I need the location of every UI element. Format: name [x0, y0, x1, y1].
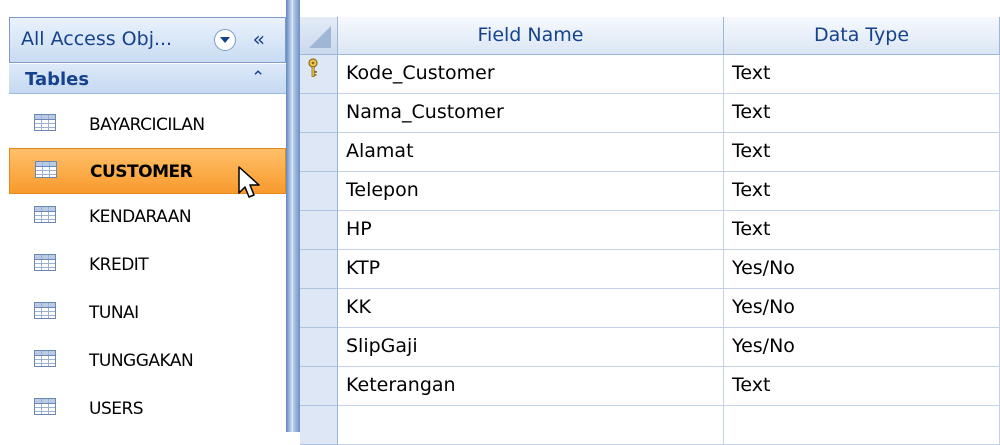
- field-name-cell[interactable]: Keterangan: [338, 367, 724, 406]
- row-selector[interactable]: [300, 367, 338, 406]
- table-design-grid: Field Name Data Type Kode_Customer Text …: [300, 0, 1000, 445]
- nav-item-label: KENDARAAN: [89, 207, 192, 227]
- field-name-cell[interactable]: Kode_Customer: [338, 55, 724, 94]
- row-selector[interactable]: [300, 328, 338, 367]
- grid-top-strip: [300, 0, 1000, 17]
- table-row: Kode_Customer Text: [300, 55, 1000, 94]
- data-type-cell[interactable]: [724, 406, 1000, 445]
- chevron-down-icon[interactable]: [214, 29, 236, 51]
- row-selector[interactable]: [300, 172, 338, 211]
- row-selector[interactable]: [300, 55, 338, 94]
- field-name-cell[interactable]: Nama_Customer: [338, 94, 724, 133]
- nav-item-label: USERS: [89, 399, 144, 419]
- table-row: Telepon Text: [300, 172, 1000, 211]
- data-type-cell[interactable]: Yes/No: [724, 289, 1000, 328]
- data-type-cell[interactable]: Text: [724, 55, 1000, 94]
- nav-item-kredit[interactable]: KREDIT: [9, 242, 286, 288]
- table-row: KK Yes/No: [300, 289, 1000, 328]
- collapse-icon[interactable]: «: [253, 27, 265, 51]
- field-name-cell[interactable]: [338, 406, 724, 445]
- field-name-cell[interactable]: KK: [338, 289, 724, 328]
- table-icon: [34, 206, 56, 223]
- row-selector[interactable]: [300, 250, 338, 289]
- field-name-cell[interactable]: Alamat: [338, 133, 724, 172]
- data-type-cell[interactable]: Text: [724, 211, 1000, 250]
- row-selector[interactable]: [300, 94, 338, 133]
- nav-item-tunai[interactable]: TUNAI: [9, 290, 286, 336]
- group-title: Tables: [25, 69, 90, 90]
- field-name-cell[interactable]: KTP: [338, 250, 724, 289]
- row-selector[interactable]: [300, 289, 338, 328]
- table-row: Nama_Customer Text: [300, 94, 1000, 133]
- field-name-cell[interactable]: Telepon: [338, 172, 724, 211]
- table-icon: [34, 302, 56, 319]
- table-row: [300, 406, 1000, 445]
- table-icon: [34, 114, 56, 131]
- row-selector[interactable]: [300, 133, 338, 172]
- table-icon: [34, 254, 56, 271]
- data-type-cell[interactable]: Yes/No: [724, 328, 1000, 367]
- pane-splitter[interactable]: [286, 0, 300, 432]
- nav-pane-title: All Access Obj...: [21, 28, 173, 50]
- data-type-cell[interactable]: Yes/No: [724, 250, 1000, 289]
- nav-item-label: BAYARCICILAN: [89, 115, 205, 135]
- data-type-cell[interactable]: Text: [724, 94, 1000, 133]
- nav-item-label: KREDIT: [89, 255, 149, 275]
- nav-item-users[interactable]: USERS: [9, 386, 286, 432]
- table-icon: [34, 350, 56, 367]
- nav-item-label: TUNAI: [89, 303, 139, 323]
- field-name-cell[interactable]: HP: [338, 211, 724, 250]
- column-header-data-type[interactable]: Data Type: [724, 17, 1000, 55]
- chevron-up-icon[interactable]: ⌃: [251, 68, 265, 88]
- select-all-corner[interactable]: [300, 17, 338, 55]
- nav-item-bayarcicilan[interactable]: BAYARCICILAN: [9, 102, 286, 148]
- table-row: KTP Yes/No: [300, 250, 1000, 289]
- navigation-pane: All Access Obj... « Tables ⌃ BAYARCICILA…: [0, 0, 286, 432]
- group-header-tables[interactable]: Tables ⌃: [9, 64, 286, 94]
- table-row: SlipGaji Yes/No: [300, 328, 1000, 367]
- table-row: HP Text: [300, 211, 1000, 250]
- data-type-cell[interactable]: Text: [724, 133, 1000, 172]
- data-type-cell[interactable]: Text: [724, 367, 1000, 406]
- nav-pane-header[interactable]: All Access Obj... «: [9, 17, 286, 63]
- row-selector[interactable]: [300, 211, 338, 250]
- field-name-cell[interactable]: SlipGaji: [338, 328, 724, 367]
- nav-item-label: TUNGGAKAN: [89, 351, 194, 371]
- data-type-cell[interactable]: Text: [724, 172, 1000, 211]
- row-selector[interactable]: [300, 406, 338, 445]
- table-row: Keterangan Text: [300, 367, 1000, 406]
- nav-item-label: CUSTOMER: [90, 162, 193, 182]
- table-icon: [35, 161, 57, 178]
- column-header-field-name[interactable]: Field Name: [338, 17, 724, 55]
- nav-item-tunggakan[interactable]: TUNGGAKAN: [9, 338, 286, 384]
- table-icon: [34, 398, 56, 415]
- primary-key-icon: [308, 58, 318, 77]
- mouse-cursor-icon: [238, 166, 260, 198]
- table-row: Alamat Text: [300, 133, 1000, 172]
